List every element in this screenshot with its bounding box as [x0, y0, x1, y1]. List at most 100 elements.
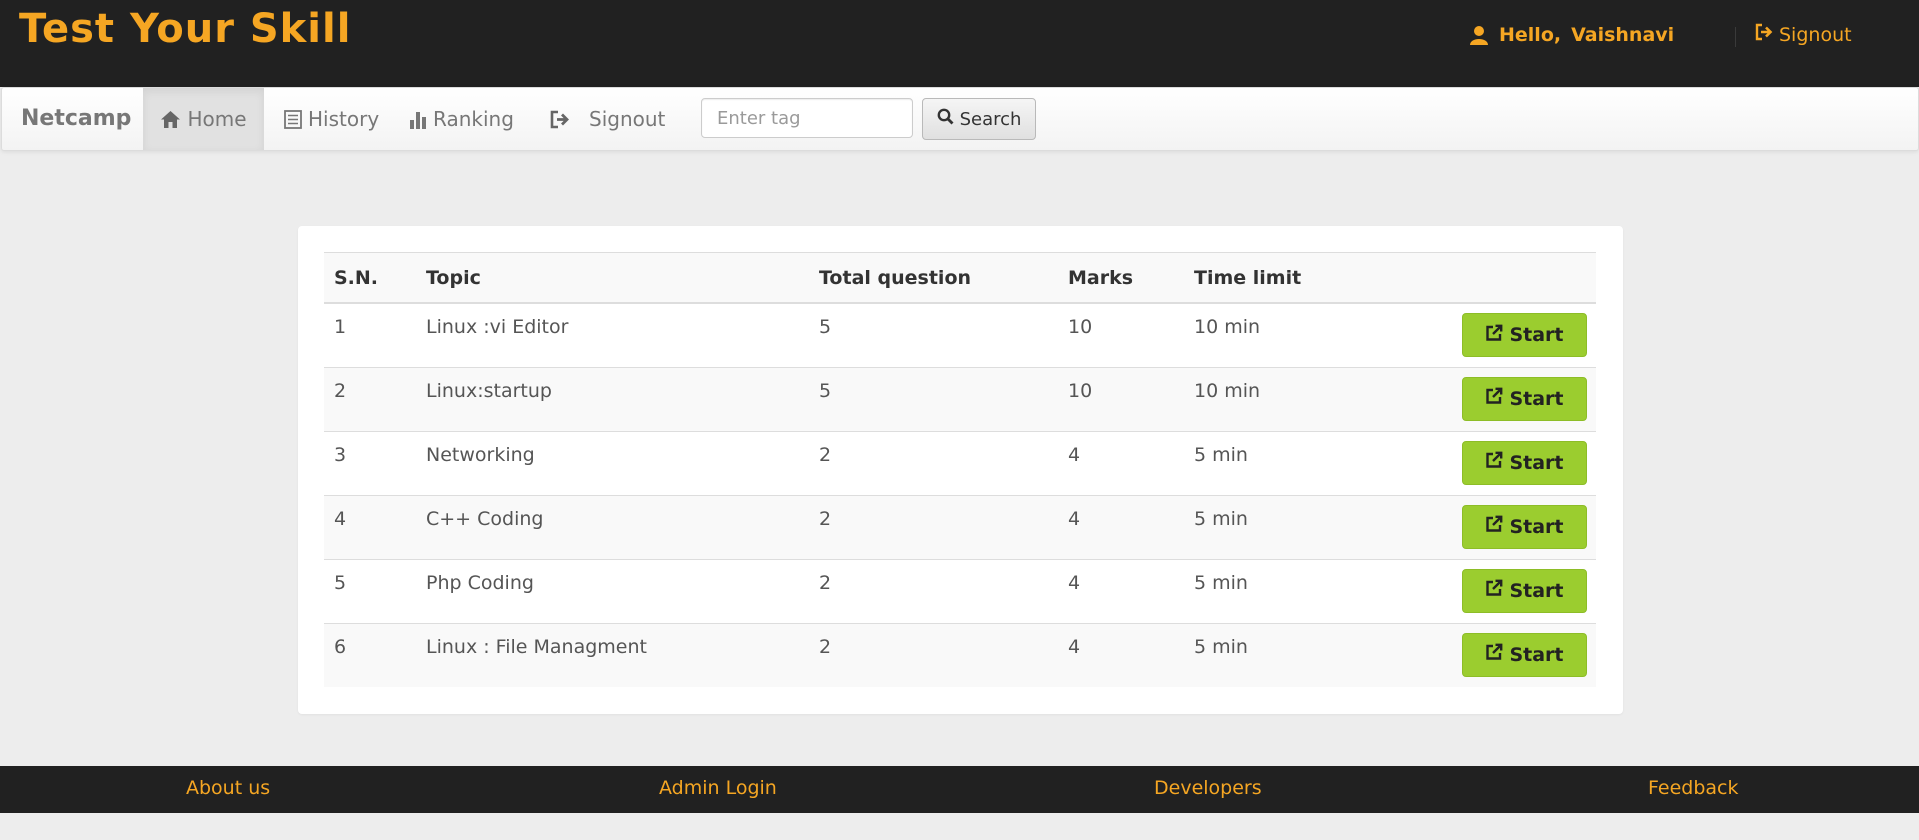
- start-button[interactable]: Start: [1462, 632, 1587, 677]
- cell-topic: Linux :vi Editor: [416, 302, 809, 367]
- col-topic: Topic: [416, 252, 809, 304]
- cell-total-question: 2: [809, 430, 1058, 495]
- cell-action: Start: [1354, 366, 1596, 431]
- cell-action: Start: [1354, 622, 1596, 687]
- external-link-icon: [1485, 387, 1503, 410]
- greeting-text: Hello,: [1499, 24, 1562, 46]
- cell-total-question: 5: [809, 302, 1058, 367]
- table-header-row: S.N. Topic Total question Marks Time lim…: [324, 252, 1596, 304]
- cell-marks: 4: [1058, 430, 1184, 495]
- nav-ranking[interactable]: Ranking: [409, 88, 514, 150]
- table-row: 3 Networking 2 4 5 min Start: [324, 430, 1596, 495]
- nav-ranking-label: Ranking: [433, 107, 514, 131]
- cell-action: Start: [1354, 302, 1596, 367]
- header-divider: [1735, 27, 1736, 47]
- cell-action: Start: [1354, 558, 1596, 623]
- external-link-icon: [1485, 579, 1503, 602]
- nav-history[interactable]: History: [284, 88, 379, 150]
- cell-total-question: 2: [809, 622, 1058, 687]
- nav-brand[interactable]: Netcamp: [21, 106, 131, 131]
- cell-sn: 4: [324, 494, 416, 559]
- cell-sn: 5: [324, 558, 416, 623]
- cell-action: Start: [1354, 494, 1596, 559]
- cell-action: Start: [1354, 430, 1596, 495]
- top-header: Test Your Skill Hello, Vaishnavi Signout: [0, 0, 1919, 87]
- nav-signout-label: Signout: [589, 107, 666, 131]
- start-button-label: Start: [1509, 451, 1564, 474]
- header-signout-link[interactable]: Signout: [1754, 23, 1852, 46]
- table-row: 6 Linux : File Managment 2 4 5 min Start: [324, 622, 1596, 687]
- site-title: Test Your Skill: [19, 6, 352, 52]
- cell-marks: 4: [1058, 558, 1184, 623]
- cell-time-limit: 10 min: [1184, 366, 1354, 431]
- cell-total-question: 2: [809, 558, 1058, 623]
- cell-topic: Linux : File Managment: [416, 622, 809, 687]
- nav-signout[interactable]: Signout: [549, 88, 665, 150]
- search-button[interactable]: Search: [922, 98, 1036, 140]
- search-button-label: Search: [959, 108, 1022, 130]
- cell-time-limit: 10 min: [1184, 302, 1354, 367]
- cell-total-question: 2: [809, 494, 1058, 559]
- start-button-label: Start: [1509, 643, 1564, 666]
- footer-developers-link[interactable]: Developers: [1154, 777, 1262, 799]
- search-icon: [937, 108, 954, 130]
- start-button[interactable]: Start: [1462, 504, 1587, 549]
- start-button-label: Start: [1509, 515, 1564, 538]
- start-button[interactable]: Start: [1462, 568, 1587, 613]
- external-link-icon: [1485, 643, 1503, 666]
- home-icon: [160, 110, 181, 129]
- start-button-label: Start: [1509, 579, 1564, 602]
- username: Vaishnavi: [1571, 24, 1675, 46]
- start-button[interactable]: Start: [1462, 376, 1587, 421]
- nav-home-label: Home: [187, 107, 247, 131]
- start-button-label: Start: [1509, 324, 1564, 346]
- nav-home[interactable]: Home: [143, 88, 264, 150]
- tag-search-input[interactable]: [701, 98, 913, 138]
- footer-about-link[interactable]: About us: [186, 777, 270, 799]
- footer: About us Admin Login Developers Feedback: [0, 766, 1919, 813]
- cell-topic: Networking: [416, 430, 809, 495]
- cell-time-limit: 5 min: [1184, 558, 1354, 623]
- cell-marks: 4: [1058, 622, 1184, 687]
- table-row: 5 Php Coding 2 4 5 min Start: [324, 558, 1596, 623]
- signout-icon: [1754, 23, 1774, 46]
- cell-marks: 4: [1058, 494, 1184, 559]
- col-total-question: Total question: [809, 252, 1058, 304]
- user-icon: [1469, 25, 1489, 45]
- external-link-icon: [1485, 451, 1503, 474]
- cell-sn: 2: [324, 366, 416, 431]
- cell-topic: Linux:startup: [416, 366, 809, 431]
- cell-sn: 6: [324, 622, 416, 687]
- cell-sn: 3: [324, 430, 416, 495]
- cell-topic: Php Coding: [416, 558, 809, 623]
- table-row: 4 C++ Coding 2 4 5 min Start: [324, 494, 1596, 559]
- cell-time-limit: 5 min: [1184, 622, 1354, 687]
- col-action: [1354, 252, 1596, 304]
- quiz-table: S.N. Topic Total question Marks Time lim…: [324, 252, 1596, 687]
- quiz-panel: S.N. Topic Total question Marks Time lim…: [298, 226, 1623, 714]
- col-sn: S.N.: [324, 252, 416, 304]
- cell-total-question: 5: [809, 366, 1058, 431]
- footer-admin-login-link[interactable]: Admin Login: [659, 777, 777, 799]
- nav-history-label: History: [308, 107, 380, 131]
- cell-time-limit: 5 min: [1184, 494, 1354, 559]
- header-signout-label: Signout: [1779, 23, 1852, 46]
- external-link-icon: [1485, 324, 1503, 347]
- user-greeting: Hello, Vaishnavi: [1469, 24, 1674, 46]
- col-marks: Marks: [1058, 252, 1184, 304]
- signout-icon: [549, 110, 571, 129]
- navbar: Netcamp Home History Ranking Signout Sea…: [1, 87, 1919, 151]
- col-time-limit: Time limit: [1184, 252, 1354, 304]
- cell-sn: 1: [324, 302, 416, 367]
- start-button[interactable]: Start: [1462, 440, 1587, 485]
- cell-marks: 10: [1058, 302, 1184, 367]
- cell-topic: C++ Coding: [416, 494, 809, 559]
- start-button[interactable]: Start: [1462, 313, 1587, 357]
- external-link-icon: [1485, 515, 1503, 538]
- table-row: 2 Linux:startup 5 10 10 min Start: [324, 366, 1596, 431]
- footer-feedback-link[interactable]: Feedback: [1648, 777, 1738, 799]
- cell-marks: 10: [1058, 366, 1184, 431]
- table-row: 1 Linux :vi Editor 5 10 10 min Start: [324, 302, 1596, 367]
- bar-chart-icon: [409, 110, 427, 129]
- list-icon: [284, 109, 302, 129]
